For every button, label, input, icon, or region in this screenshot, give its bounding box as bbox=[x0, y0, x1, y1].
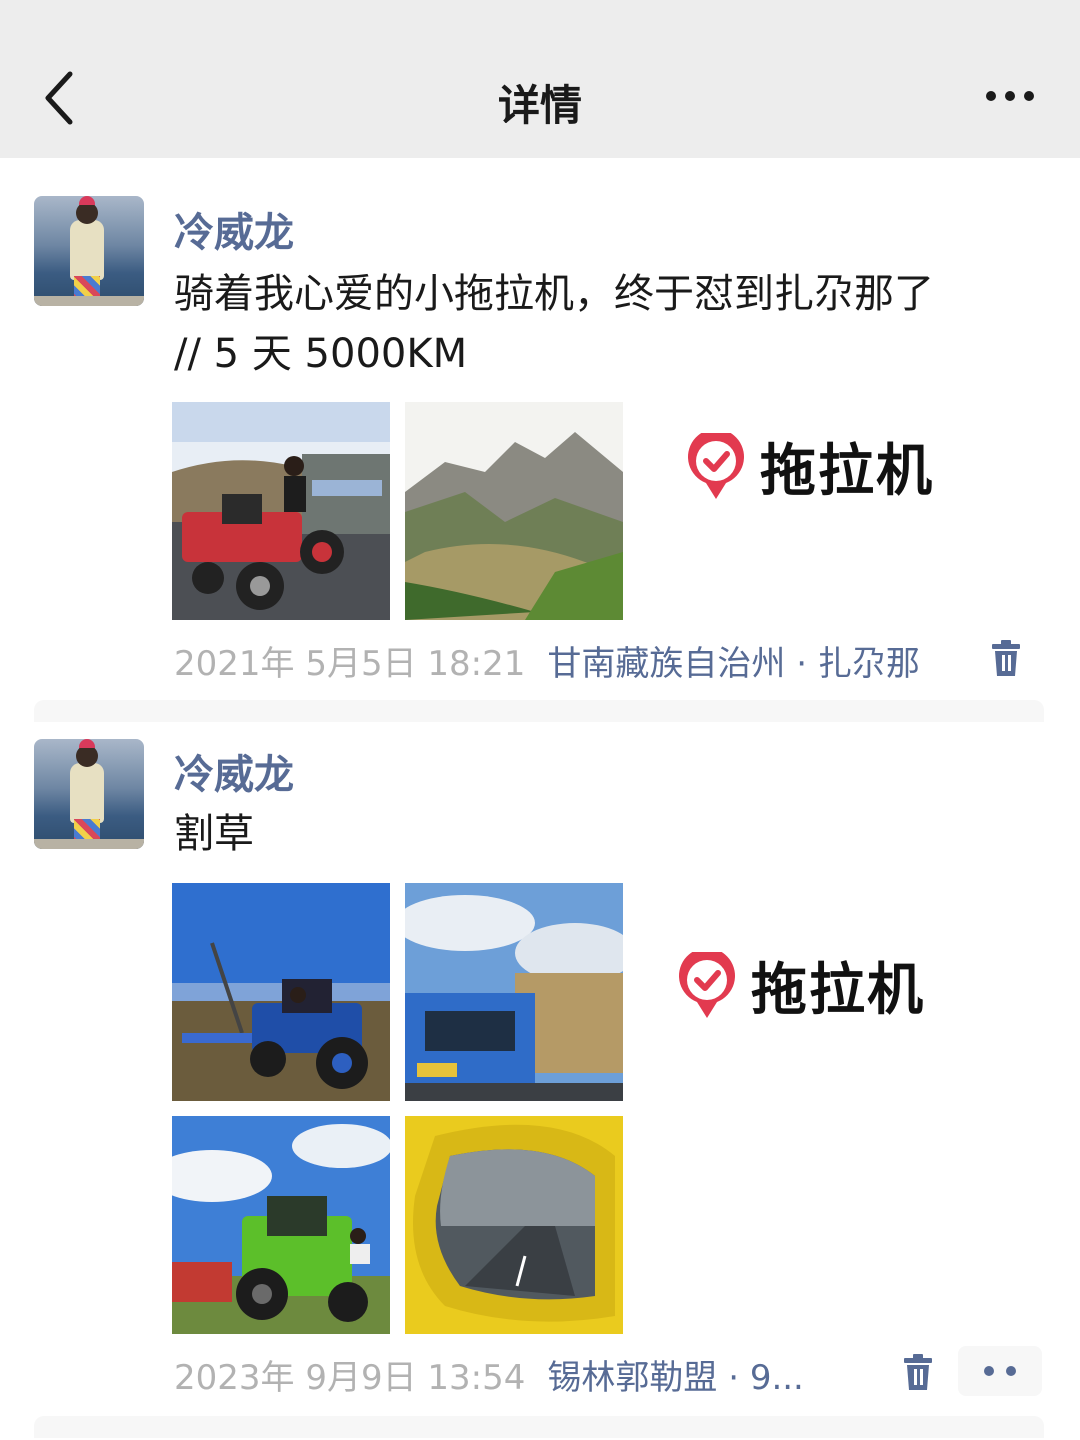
tractor-sticker: 拖拉机 bbox=[686, 426, 934, 507]
post-meta: 2023年 9月9日 13:54 锡林郭勒盟 · 9... bbox=[174, 1350, 804, 1399]
comment-like-menu-button[interactable] bbox=[958, 1346, 1042, 1396]
top-navigation-bar: 详情 bbox=[0, 0, 1080, 158]
post-text-line: 骑着我心爱的小拖拉机，终于怼到扎尕那了 bbox=[174, 271, 934, 317]
post-location[interactable]: 锡林郭勒盟 · 9... bbox=[547, 1358, 803, 1398]
post-text-line: 割草 bbox=[174, 811, 254, 857]
photo-blue-tractor-mower[interactable] bbox=[172, 883, 390, 1101]
check-pin-icon bbox=[688, 432, 744, 499]
avatar[interactable] bbox=[34, 739, 144, 849]
photo-mountain-village[interactable] bbox=[405, 402, 623, 620]
post-divider bbox=[34, 700, 1044, 722]
check-pin-icon bbox=[679, 951, 735, 1018]
author-name[interactable]: 冷威龙 bbox=[174, 200, 294, 258]
photo-side-mirror[interactable] bbox=[405, 1116, 623, 1334]
post-time: 2023年 9月9日 13:54 bbox=[174, 1358, 526, 1398]
post-text-line: // 5 天 5000KM bbox=[174, 331, 468, 377]
photo-hay-truck[interactable] bbox=[405, 883, 623, 1101]
avatar[interactable] bbox=[34, 196, 144, 306]
post-meta: 2021年 5月5日 18:21 甘南藏族自治州 · 扎尕那 bbox=[174, 636, 920, 685]
post-divider bbox=[34, 1416, 1044, 1438]
sticker-text: 拖拉机 bbox=[760, 439, 934, 504]
page-title: 详情 bbox=[497, 81, 582, 130]
tractor-sticker: 拖拉机 bbox=[677, 945, 925, 1026]
photo-green-tractor[interactable] bbox=[172, 1116, 390, 1334]
trash-icon[interactable] bbox=[990, 640, 1022, 678]
post-time: 2021年 5月5日 18:21 bbox=[174, 644, 526, 684]
trash-icon[interactable] bbox=[902, 1354, 934, 1392]
sticker-text: 拖拉机 bbox=[751, 958, 925, 1023]
post-text: 割草 bbox=[174, 804, 1044, 864]
more-horizontal-icon[interactable] bbox=[986, 86, 1034, 106]
author-name[interactable]: 冷威龙 bbox=[174, 742, 294, 800]
post-location[interactable]: 甘南藏族自治州 · 扎尕那 bbox=[547, 644, 919, 684]
post-text: 骑着我心爱的小拖拉机，终于怼到扎尕那了 // 5 天 5000KM bbox=[174, 264, 1044, 384]
photo-red-tractor[interactable] bbox=[172, 402, 390, 620]
